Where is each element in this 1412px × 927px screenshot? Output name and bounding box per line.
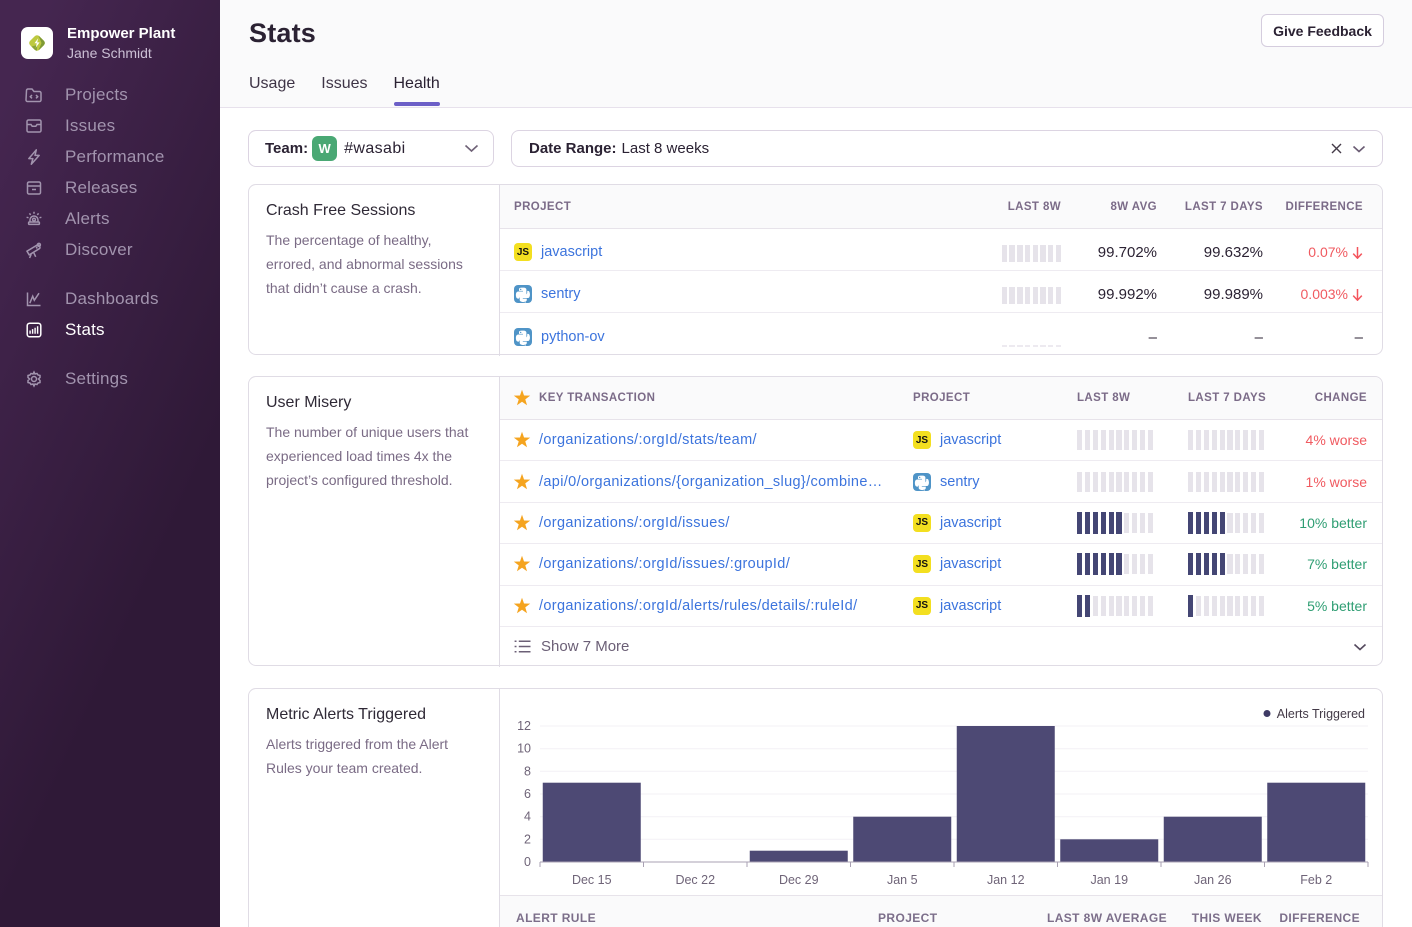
svg-text:Jan 12: Jan 12 <box>987 873 1025 887</box>
svg-text:2: 2 <box>524 832 531 846</box>
svg-text:8: 8 <box>524 764 531 778</box>
svg-text:Dec 29: Dec 29 <box>779 873 819 887</box>
svg-text:Feb 2: Feb 2 <box>1300 873 1332 887</box>
svg-text:6: 6 <box>524 787 531 801</box>
svg-text:0: 0 <box>524 855 531 869</box>
svg-text:Jan 5: Jan 5 <box>887 873 918 887</box>
svg-text:12: 12 <box>517 719 531 733</box>
svg-text:Dec 15: Dec 15 <box>572 873 612 887</box>
svg-text:10: 10 <box>517 742 531 756</box>
svg-text:Jan 26: Jan 26 <box>1194 873 1232 887</box>
svg-text:Jan 19: Jan 19 <box>1090 873 1128 887</box>
svg-text:4: 4 <box>524 810 531 824</box>
svg-text:Dec 22: Dec 22 <box>675 873 715 887</box>
svg-text:Alerts Triggered: Alerts Triggered <box>1277 707 1365 721</box>
